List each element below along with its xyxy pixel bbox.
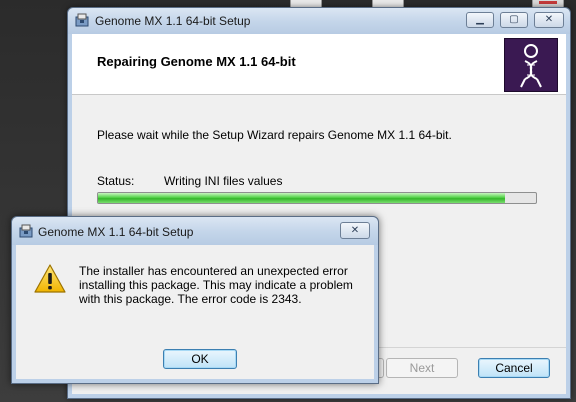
error-close-button[interactable]: ✕ [340, 222, 370, 239]
setup-window-title: Genome MX 1.1 64-bit Setup [95, 14, 251, 28]
minimize-icon: ▁ [476, 14, 484, 25]
status-label: Status: [97, 174, 135, 188]
error-dialog-body: The installer has encountered an unexpec… [16, 245, 374, 379]
ok-button[interactable]: OK [163, 349, 237, 369]
next-button[interactable]: Next [386, 358, 458, 378]
status-value: Writing INI files values [164, 174, 283, 188]
maximize-button[interactable]: ▢ [500, 12, 528, 28]
error-message: The installer has encountered an unexpec… [79, 264, 353, 306]
dna-person-logo [504, 38, 558, 92]
error-dialog-title: Genome MX 1.1 64-bit Setup [38, 225, 194, 239]
close-button[interactable]: ✕ [534, 12, 564, 28]
error-dialog-titlebar[interactable]: Genome MX 1.1 64-bit Setup ✕ [12, 217, 378, 245]
info-text: Please wait while the Setup Wizard repai… [97, 128, 452, 142]
setup-window-titlebar[interactable]: Genome MX 1.1 64-bit Setup ▁ ▢ ✕ [68, 8, 570, 34]
progress-bar [97, 192, 537, 204]
minimize-button[interactable]: ▁ [466, 12, 494, 28]
logo-graphic [520, 44, 542, 88]
cancel-button[interactable]: Cancel [478, 358, 550, 378]
close-icon: ✕ [350, 225, 360, 236]
setup-banner: Repairing Genome MX 1.1 64-bit [72, 34, 566, 95]
warning-icon [34, 264, 66, 293]
progress-fill [98, 193, 506, 203]
installer-icon [19, 224, 33, 238]
installer-icon [75, 13, 89, 27]
close-icon: ✕ [544, 14, 554, 25]
maximize-icon: ▢ [509, 14, 519, 25]
error-dialog: Genome MX 1.1 64-bit Setup ✕ The install… [11, 216, 379, 384]
page-title: Repairing Genome MX 1.1 64-bit [97, 54, 296, 69]
